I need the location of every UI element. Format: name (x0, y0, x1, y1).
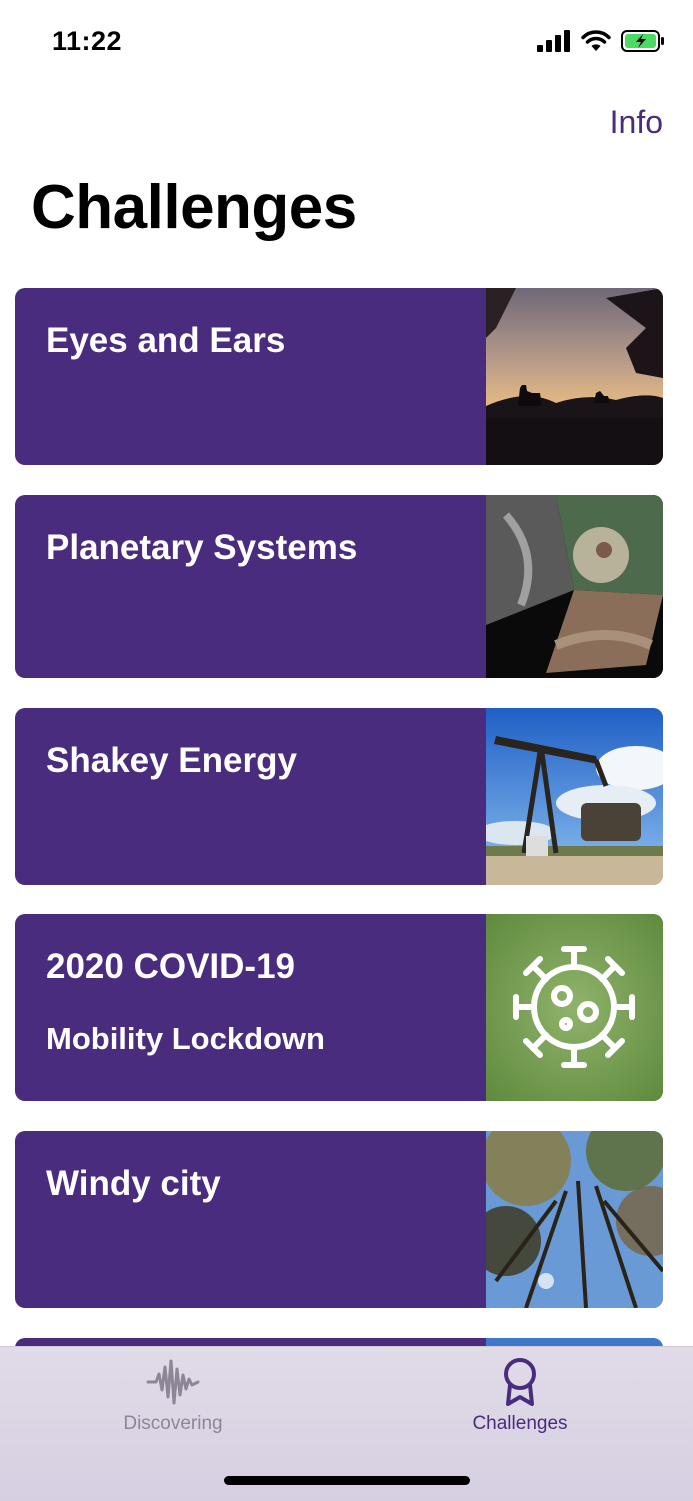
battery-charging-icon (621, 30, 665, 57)
tab-challenges[interactable]: Challenges (420, 1347, 620, 1447)
card-title: Windy city (46, 1164, 221, 1203)
cellular-signal-icon (537, 30, 571, 57)
wifi-icon (581, 30, 611, 57)
status-icons (537, 30, 665, 57)
tab-discovering[interactable]: Discovering (73, 1347, 273, 1447)
info-button[interactable]: Info (610, 104, 663, 141)
home-indicator[interactable] (224, 1476, 470, 1485)
card-title: Eyes and Ears (46, 321, 286, 360)
card-subtitle: Mobility Lockdown (46, 1021, 325, 1056)
card-title: Planetary Systems (46, 528, 358, 567)
challenge-card-eyes-and-ears[interactable]: Eyes and Ears (15, 288, 663, 465)
waveform-icon (146, 1357, 200, 1412)
tab-label: Discovering (123, 1413, 223, 1434)
challenge-card-windy-city[interactable]: Windy city (15, 1131, 663, 1308)
status-bar: 11:22 (0, 0, 693, 90)
virus-image (486, 914, 663, 1101)
trees-image (486, 1131, 663, 1308)
card-title: Shakey Energy (46, 741, 297, 780)
challenge-card-planetary-systems[interactable]: Planetary Systems (15, 495, 663, 678)
giraffe-sunset-image (486, 288, 663, 465)
award-ribbon-icon (500, 1357, 540, 1412)
status-time: 11:22 (52, 26, 123, 56)
challenge-card-covid-19[interactable]: 2020 COVID-19 Mobility Lockdown (15, 914, 663, 1101)
challenge-card-shakey-energy[interactable]: Shakey Energy (15, 708, 663, 885)
oil-pumpjack-image (486, 708, 663, 885)
card-title: 2020 COVID-19 (46, 947, 296, 986)
tab-label: Challenges (472, 1413, 568, 1434)
page-title: Challenges (31, 173, 357, 242)
planetary-collage-image (486, 495, 663, 678)
